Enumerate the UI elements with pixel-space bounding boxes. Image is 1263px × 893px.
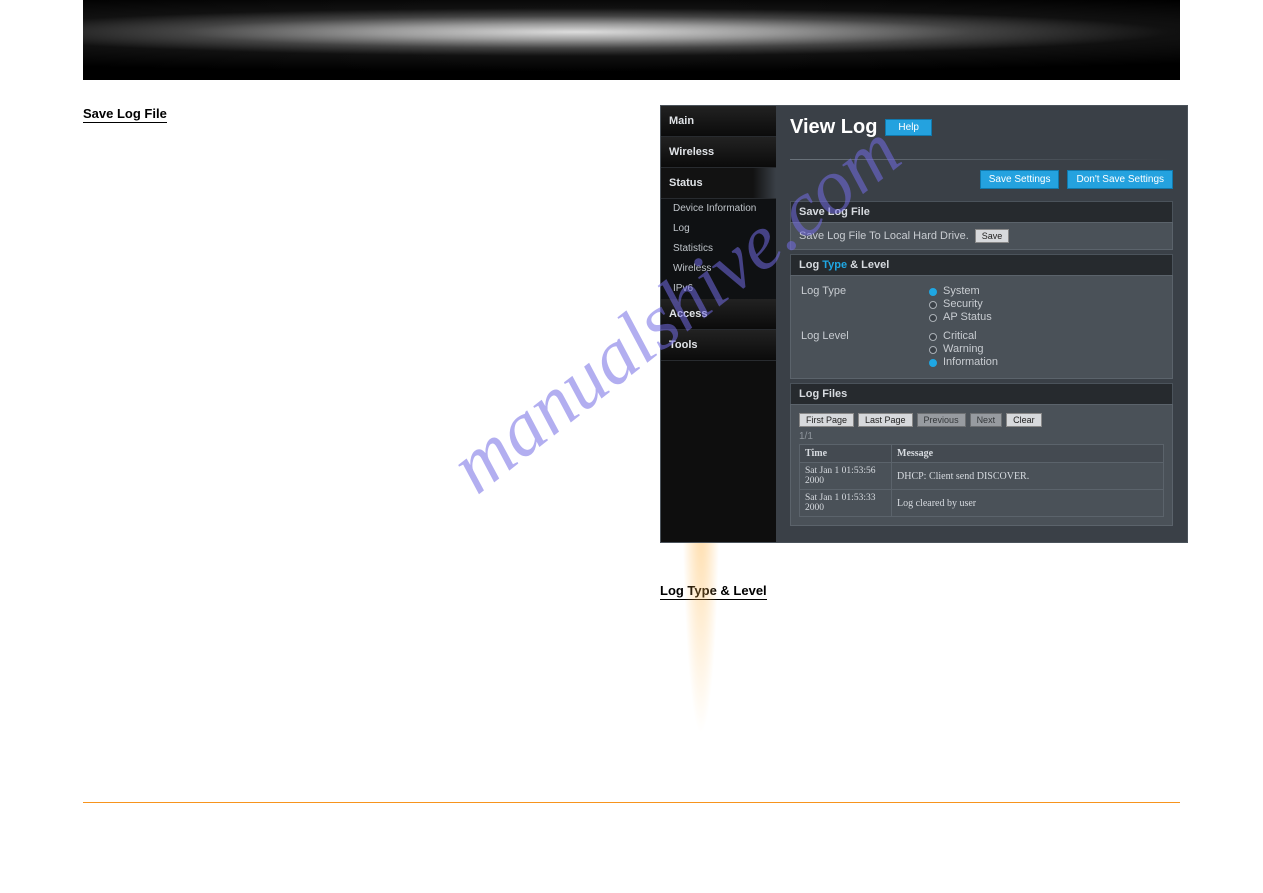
log-type-level-prefix: Log: [799, 259, 822, 271]
radio-dot-icon: [929, 333, 937, 341]
radio-dot-icon: [929, 346, 937, 354]
radio-security[interactable]: Security: [929, 298, 1164, 311]
radio-critical[interactable]: Critical: [929, 330, 1164, 343]
radio-warning-label: Warning: [943, 343, 984, 356]
log-type-label: Log Type: [799, 285, 929, 324]
side-nav: Main Wireless Status Device Information …: [661, 106, 776, 542]
save-log-button[interactable]: Save: [975, 229, 1010, 243]
radio-critical-label: Critical: [943, 330, 977, 343]
table-header-row: Time Message: [800, 445, 1164, 463]
router-admin-panel: Main Wireless Status Device Information …: [660, 105, 1188, 543]
log-type-level-suffix: & Level: [847, 259, 889, 271]
footer-divider: [83, 802, 1180, 803]
clear-button[interactable]: Clear: [1006, 413, 1042, 427]
th-message: Message: [892, 445, 1164, 463]
radio-system-label: System: [943, 285, 980, 298]
radio-dot-icon: [929, 301, 937, 309]
nav-status-wireless[interactable]: Wireless: [661, 259, 776, 279]
help-button[interactable]: Help: [885, 119, 932, 136]
radio-security-label: Security: [943, 298, 983, 311]
radio-information-label: Information: [943, 356, 998, 369]
header-divider: [790, 159, 1173, 160]
nav-tools[interactable]: Tools: [661, 330, 776, 361]
page-counter: 1/1: [799, 427, 1164, 444]
log-level-label: Log Level: [799, 330, 929, 369]
save-log-file-text: Save Log File To Local Hard Drive.: [799, 230, 969, 242]
first-page-button[interactable]: First Page: [799, 413, 854, 427]
save-log-file-panel-header: Save Log File: [790, 201, 1173, 222]
save-settings-button[interactable]: Save Settings: [980, 170, 1060, 189]
nav-status-log[interactable]: Log: [661, 219, 776, 239]
cell-time: Sat Jan 1 01:53:33 2000: [800, 490, 892, 517]
nav-wireless[interactable]: Wireless: [661, 137, 776, 168]
cell-message: Log cleared by user: [892, 490, 1164, 517]
save-log-file-heading: Save Log File: [83, 106, 167, 123]
previous-button[interactable]: Previous: [917, 413, 966, 427]
radio-dot-icon: [929, 359, 937, 367]
dont-save-settings-button[interactable]: Don't Save Settings: [1067, 170, 1173, 189]
nav-access[interactable]: Access: [661, 299, 776, 330]
log-files-panel-header: Log Files: [790, 383, 1173, 404]
cell-message: DHCP: Client send DISCOVER.: [892, 463, 1164, 490]
radio-information[interactable]: Information: [929, 356, 1164, 369]
cell-time: Sat Jan 1 01:53:56 2000: [800, 463, 892, 490]
table-row: Sat Jan 1 01:53:33 2000 Log cleared by u…: [800, 490, 1164, 517]
table-row: Sat Jan 1 01:53:56 2000 DHCP: Client sen…: [800, 463, 1164, 490]
log-type-level-accent: Type: [822, 259, 847, 271]
th-time: Time: [800, 445, 892, 463]
nav-status-statistics[interactable]: Statistics: [661, 239, 776, 259]
log-type-level-heading: Log Type & Level: [660, 583, 767, 600]
log-type-level-panel-header: Log Type & Level: [790, 254, 1173, 275]
last-page-button[interactable]: Last Page: [858, 413, 913, 427]
radio-ap-label: AP Status: [943, 311, 992, 324]
radio-dot-icon: [929, 314, 937, 322]
nav-status-device-info[interactable]: Device Information: [661, 199, 776, 219]
radio-dot-icon: [929, 288, 937, 296]
top-banner: [83, 0, 1180, 80]
next-button[interactable]: Next: [970, 413, 1003, 427]
log-table: Time Message Sat Jan 1 01:53:56 2000 DHC…: [799, 444, 1164, 517]
radio-system[interactable]: System: [929, 285, 1164, 298]
radio-ap-status[interactable]: AP Status: [929, 311, 1164, 324]
radio-warning[interactable]: Warning: [929, 343, 1164, 356]
nav-status-ipv6[interactable]: IPv6: [661, 279, 776, 299]
page-title: View Log: [790, 116, 877, 139]
nav-status[interactable]: Status: [661, 168, 776, 199]
nav-main[interactable]: Main: [661, 106, 776, 137]
